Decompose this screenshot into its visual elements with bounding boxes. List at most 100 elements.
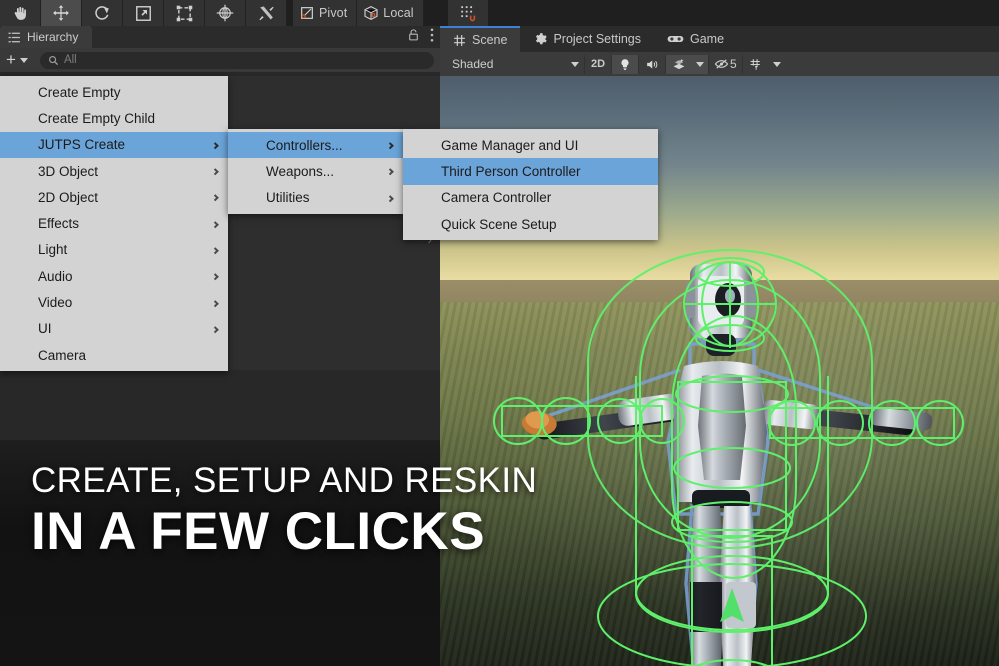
tab-scene[interactable]: Scene [440, 26, 521, 52]
grid-visibility-icon [750, 58, 760, 70]
menu-level-1-item-label: Video [38, 295, 73, 311]
pivot-label: Pivot [319, 6, 348, 20]
menu-level-3-item[interactable]: Game Manager and UI [403, 132, 658, 158]
submenu-chevron-right-icon [211, 194, 219, 202]
kebab-menu-icon[interactable] [430, 27, 434, 47]
search-input[interactable]: All [39, 51, 434, 69]
lightbulb-icon [621, 58, 629, 70]
handle-rotation-button[interactable]: Local [357, 0, 424, 26]
hidden-objects-button[interactable]: 5 [708, 54, 742, 74]
move-tool-button[interactable] [41, 0, 82, 26]
hierarchy-icon [8, 32, 20, 42]
draw-mode-label: Shaded [452, 57, 494, 71]
hierarchy-tab-actions [407, 26, 434, 48]
draw-mode-chevron-down-icon [571, 61, 579, 67]
tab-hierarchy-label: Hierarchy [27, 30, 79, 44]
toggle-2d-label: 2D [590, 58, 606, 70]
scale-tool-button[interactable] [123, 0, 164, 26]
pivot-icon [301, 7, 313, 19]
menu-level-1-item-label: Create Empty [38, 84, 121, 100]
eye-slash-icon [714, 59, 729, 69]
effects-layers-icon [673, 58, 685, 69]
menu-level-1-item[interactable]: Effects [0, 210, 228, 236]
lock-icon[interactable] [407, 28, 420, 47]
submenu-chevron-right-icon [386, 194, 394, 203]
add-gameobject-button[interactable]: + [6, 51, 16, 70]
gamepad-icon [667, 35, 684, 43]
menu-level-3-item[interactable]: Camera Controller [403, 185, 658, 211]
draw-mode-dropdown[interactable]: Shaded [446, 54, 584, 74]
menu-level-1-item-label: Create Empty Child [38, 110, 156, 126]
tab-hierarchy[interactable]: Hierarchy [0, 26, 93, 48]
tab-game-label: Game [690, 32, 725, 46]
hand-tool-button[interactable] [0, 0, 41, 26]
grid-dropdown-button[interactable] [768, 54, 785, 74]
submenu-chevron-right-icon [211, 220, 219, 228]
menu-level-1-item[interactable]: Audio [0, 263, 228, 289]
context-menu-level-3[interactable]: Game Manager and UI Third Person Controll… [403, 129, 658, 241]
menu-level-3-item-label: Game Manager and UI [441, 137, 579, 153]
hand-icon [14, 6, 26, 20]
context-menu-level-1[interactable]: Create Empty Create Empty Child JUTPS Crea… [0, 76, 228, 372]
scale-icon [135, 5, 151, 21]
menu-level-1-item[interactable]: Create Empty Child [0, 105, 228, 131]
rotate-tool-button[interactable] [82, 0, 123, 26]
editor-toolbar: Pivot Local [0, 0, 999, 26]
grid-visibility-button[interactable] [741, 54, 769, 74]
menu-level-1-item[interactable]: 2D Object [0, 184, 228, 210]
robot-right-arm [758, 400, 933, 435]
menu-level-2-item-label: Controllers... [266, 137, 343, 153]
menu-level-2-item[interactable]: Weapons... [228, 158, 403, 184]
tab-project-settings[interactable]: Project Settings [520, 26, 654, 52]
menu-level-1-item[interactable]: Camera [0, 342, 228, 368]
menu-level-3-item-label: Third Person Controller [441, 163, 581, 179]
grid-snap-icon [461, 6, 476, 22]
tab-project-settings-label: Project Settings [553, 32, 641, 46]
transform-icon [216, 4, 234, 22]
tab-game[interactable]: Game [654, 26, 737, 52]
menu-level-1-item-label: Light [38, 242, 68, 258]
menu-level-1-item-label: 2D Object [38, 189, 99, 205]
submenu-chevron-right-icon [386, 168, 394, 176]
effects-chevron-down-icon [696, 61, 704, 67]
toggle-2d-button[interactable]: 2D [584, 54, 611, 74]
grid-snap-button[interactable] [448, 0, 488, 26]
hidden-objects-count: 5 [730, 57, 737, 71]
hierarchy-tabbar: Hierarchy [0, 26, 440, 48]
speaker-icon [647, 59, 658, 69]
menu-level-1-item[interactable]: Create Empty [0, 79, 228, 105]
effects-dropdown-button[interactable] [692, 54, 708, 74]
scene-view-panel: Scene Project Settings Game Shaded 2D 5 [440, 26, 999, 666]
effects-toggle-button[interactable] [665, 54, 692, 74]
pivot-mode-button[interactable]: Pivot [293, 0, 358, 26]
menu-level-1-item[interactable]: 3D Object [0, 158, 228, 184]
menu-level-1-item[interactable]: Video [0, 289, 228, 315]
rect-transform-icon [176, 5, 192, 21]
rect-transform-tool-button[interactable] [164, 0, 205, 26]
unity-editor-window: Pivot Local Hierarchy + All Scene Projec… [0, 0, 999, 666]
submenu-chevron-right-icon [211, 247, 219, 255]
custom-tool-button[interactable] [246, 0, 287, 26]
scene-grid-icon [454, 34, 465, 46]
menu-level-1-item-label: Audio [38, 268, 73, 284]
lighting-toggle-button[interactable] [611, 54, 638, 74]
menu-level-1-item[interactable]: UI [0, 316, 228, 342]
submenu-chevron-right-icon [211, 299, 219, 307]
tab-scene-label: Scene [472, 33, 508, 47]
menu-level-2-item-label: Weapons... [266, 163, 335, 179]
menu-level-2-item[interactable]: Controllers... [228, 132, 403, 159]
audio-toggle-button[interactable] [638, 54, 665, 74]
menu-level-1-item-label: 3D Object [38, 163, 99, 179]
menu-level-2-item-label: Utilities [266, 190, 310, 206]
transform-tool-button[interactable] [205, 0, 246, 26]
submenu-chevron-right-icon [211, 168, 219, 176]
menu-level-3-item[interactable]: Third Person Controller [403, 158, 658, 185]
add-dropdown-chevron-down-icon[interactable] [19, 57, 28, 63]
menu-level-3-item[interactable]: Quick Scene Setup [403, 211, 658, 237]
menu-level-1-item[interactable]: JUTPS Create [0, 131, 228, 158]
menu-level-1-item[interactable]: Light [0, 237, 228, 263]
gear-icon [536, 33, 548, 45]
menu-level-2-item[interactable]: Utilities [228, 185, 403, 211]
context-menu-level-2[interactable]: Controllers... Weapons... Utilities [228, 129, 403, 214]
menu-level-1-item-label: Camera [38, 347, 87, 363]
